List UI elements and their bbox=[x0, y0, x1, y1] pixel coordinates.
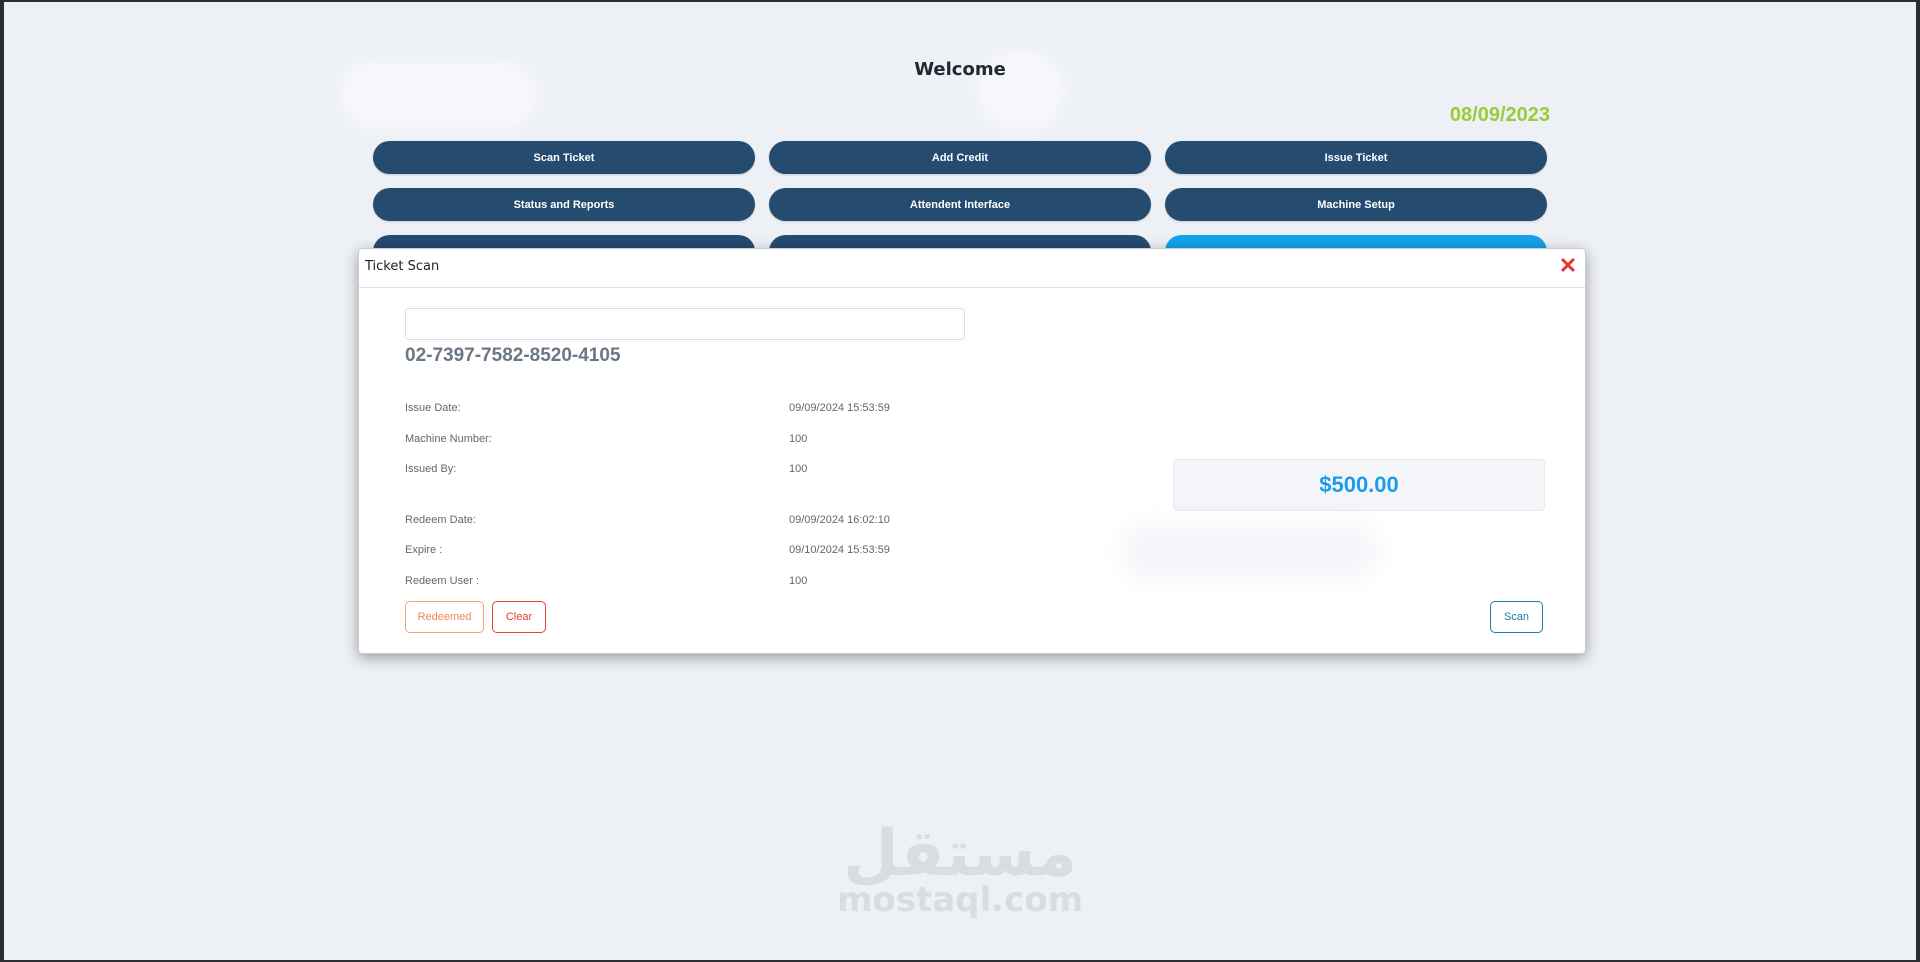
close-icon[interactable]: ✕ bbox=[1557, 255, 1579, 277]
add-credit-button[interactable]: Add Credit bbox=[769, 141, 1151, 174]
ticket-number: 02-7397-7582-8520-4105 bbox=[405, 345, 621, 366]
current-date: 08/09/2023 bbox=[1449, 104, 1550, 126]
expire-value: 09/10/2024 15:53:59 bbox=[789, 544, 890, 556]
expire-label: Expire : bbox=[405, 544, 443, 556]
redeem-date-label: Redeem Date: bbox=[405, 514, 476, 526]
clear-button[interactable]: Clear bbox=[492, 601, 546, 633]
watermark-arabic: مستقل bbox=[842, 817, 1079, 891]
issued-by-value: 100 bbox=[789, 463, 808, 475]
blurred-overlay bbox=[1119, 521, 1379, 581]
ticket-amount: $500.00 bbox=[1173, 459, 1545, 511]
ticket-number-input[interactable] bbox=[405, 308, 965, 340]
scan-button[interactable]: Scan bbox=[1490, 601, 1543, 633]
redeem-user-label: Redeem User : bbox=[405, 575, 479, 587]
issue-ticket-button[interactable]: Issue Ticket bbox=[1165, 141, 1547, 174]
app-window: Welcome 08/09/2023 Scan Ticket Add Credi… bbox=[4, 2, 1916, 960]
page-title: Welcome bbox=[914, 59, 1006, 80]
attendent-interface-button[interactable]: Attendent Interface bbox=[769, 188, 1151, 221]
redeemed-button[interactable]: Redeemed bbox=[405, 601, 484, 633]
dialog-header: Ticket Scan ✕ bbox=[359, 249, 1585, 288]
machine-setup-button[interactable]: Machine Setup bbox=[1165, 188, 1547, 221]
redeem-user-value: 100 bbox=[789, 575, 808, 587]
status-and-reports-button[interactable]: Status and Reports bbox=[373, 188, 755, 221]
issued-by-label: Issued By: bbox=[405, 463, 457, 475]
watermark-latin: mostaql.com bbox=[836, 880, 1084, 920]
scan-ticket-button[interactable]: Scan Ticket bbox=[373, 141, 755, 174]
machine-number-label: Machine Number: bbox=[405, 433, 492, 445]
dialog-title: Ticket Scan bbox=[365, 259, 440, 274]
watermark: مستقل mostaql.com bbox=[4, 822, 1916, 918]
redeem-date-value: 09/09/2024 16:02:10 bbox=[789, 514, 890, 526]
machine-number-value: 100 bbox=[789, 433, 808, 445]
ticket-scan-dialog: Ticket Scan ✕ 02-7397-7582-8520-4105 Iss… bbox=[358, 248, 1586, 654]
issue-date-label: Issue Date: bbox=[405, 402, 461, 414]
issue-date-value: 09/09/2024 15:53:59 bbox=[789, 402, 890, 414]
